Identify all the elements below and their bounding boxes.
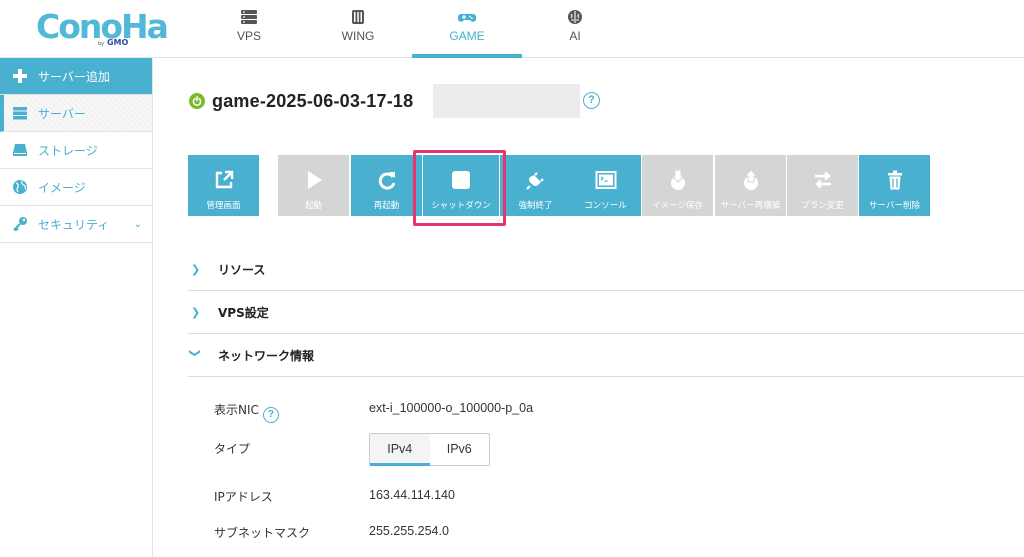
sidebar: サーバー追加 サーバー ストレージ イメージ セキュリティ ⌄ <box>0 58 153 557</box>
nav-tab-game[interactable]: GAME <box>412 0 522 58</box>
network-row-ip: IPアドレス 163.44.114.140 <box>214 478 1024 514</box>
button-label: イメージ保存 <box>652 201 703 211</box>
ai-brain-icon <box>568 10 582 24</box>
redacted-name-area <box>433 84 580 118</box>
main-content: game-2025-06-03-17-18 ? 管理画面 起動 再起動 シャット… <box>153 58 1024 557</box>
restart-button[interactable]: 再起動 <box>351 155 422 216</box>
sidebar-item-label: サーバー追加 <box>38 69 110 84</box>
sidebar-item-label: イメージ <box>38 180 86 195</box>
nav-tab-label: GAME <box>449 29 485 43</box>
key-icon <box>12 216 28 232</box>
nav-tab-vps[interactable]: VPS <box>194 0 304 58</box>
nav-tab-wing[interactable]: WING <box>303 0 413 58</box>
server-name: game-2025-06-03-17-18 <box>212 90 414 111</box>
button-label: プラン変更 <box>801 201 844 211</box>
force-stop-button[interactable]: 強制終了 <box>500 155 571 216</box>
trash-icon <box>883 168 907 192</box>
button-label: 強制終了 <box>518 201 553 211</box>
rebuild-server-button[interactable]: サーバー再構築 <box>715 155 786 216</box>
external-link-icon <box>212 168 236 192</box>
subnet-label: サブネットマスク <box>214 526 311 540</box>
plug-icon <box>524 168 548 192</box>
play-icon <box>302 168 326 192</box>
type-label: タイプ <box>214 442 251 456</box>
start-button[interactable]: 起動 <box>278 155 349 216</box>
restart-icon <box>375 168 399 192</box>
ip-type-toggle: IPv4 IPv6 <box>369 433 490 466</box>
network-row-nic: 表示NIC? ext-i_100000-o_100000-p_0a <box>214 391 1024 427</box>
network-row-type: タイプ IPv4 IPv6 <box>214 433 1024 469</box>
help-icon[interactable]: ? <box>583 92 600 109</box>
chevron-right-icon: ❯ <box>191 305 201 319</box>
button-label: 起動 <box>304 201 322 211</box>
subnet-value: 255.255.254.0 <box>369 524 449 538</box>
button-label: 再起動 <box>373 201 400 211</box>
plus-icon <box>12 68 28 84</box>
help-icon[interactable]: ? <box>262 407 279 423</box>
nic-value: ext-i_100000-o_100000-p_0a <box>369 401 534 415</box>
ipv4-option[interactable]: IPv4 <box>370 434 430 466</box>
nav-tab-label: AI <box>569 29 581 43</box>
gamepad-icon <box>458 14 476 22</box>
server-header: game-2025-06-03-17-18 <box>189 88 413 114</box>
section-resources[interactable]: ❯ リソース <box>188 248 1024 291</box>
top-navigation-bar: ConoHa by GMO VPS WING GAME AI <box>0 0 1024 58</box>
storage-icon <box>12 142 28 158</box>
sidebar-item-label: ストレージ <box>38 143 98 158</box>
section-title: リソース <box>218 262 266 277</box>
shutdown-highlight-box <box>413 150 506 226</box>
chevron-down-icon: ⌄ <box>133 219 142 230</box>
ipv6-option[interactable]: IPv6 <box>430 434 490 465</box>
save-image-button[interactable]: イメージ保存 <box>642 155 713 216</box>
globe-icon <box>12 179 28 195</box>
image-save-icon <box>666 168 690 192</box>
nic-label: 表示NIC? <box>214 401 279 423</box>
console-button[interactable]: コンソール <box>570 155 641 216</box>
console-icon <box>594 168 618 192</box>
section-network-info[interactable]: ❯ ネットワーク情報 <box>188 334 1024 377</box>
conoha-logo[interactable]: ConoHa by GMO <box>36 8 169 50</box>
sidebar-item-server[interactable]: サーバー <box>0 95 152 132</box>
sidebar-item-image[interactable]: イメージ <box>0 169 152 206</box>
ip-value: 163.44.114.140 <box>369 488 455 502</box>
swap-icon <box>811 168 835 192</box>
rebuild-icon <box>739 168 763 192</box>
button-label: コンソール <box>584 201 627 211</box>
ip-label: IPアドレス <box>214 490 273 504</box>
nav-tab-ai[interactable]: AI <box>520 0 630 58</box>
section-title: ネットワーク情報 <box>218 348 315 363</box>
button-label: 管理画面 <box>206 201 241 211</box>
wing-icon <box>352 10 364 24</box>
nav-tab-label: VPS <box>236 29 261 43</box>
delete-server-button[interactable]: サーバー削除 <box>859 155 930 216</box>
network-row-subnet: サブネットマスク 255.255.254.0 <box>214 514 1024 550</box>
power-status-icon <box>189 93 205 109</box>
button-label: サーバー削除 <box>869 201 920 211</box>
server-icon <box>12 105 28 121</box>
nav-tab-label: WING <box>341 29 375 43</box>
logo-gmo: by GMO <box>98 38 129 47</box>
change-plan-button[interactable]: プラン変更 <box>787 155 858 216</box>
section-title: VPS設定 <box>218 305 269 320</box>
sidebar-item-add-server[interactable]: サーバー追加 <box>0 58 152 95</box>
sidebar-item-label: セキュリティ <box>38 217 110 232</box>
chevron-down-icon: ❯ <box>188 348 202 358</box>
sidebar-item-label: サーバー <box>38 106 86 121</box>
server-icon <box>241 10 257 24</box>
button-label: サーバー再構築 <box>720 201 781 211</box>
section-vps-settings[interactable]: ❯ VPS設定 <box>188 291 1024 334</box>
admin-panel-button[interactable]: 管理画面 <box>188 155 259 216</box>
sidebar-item-storage[interactable]: ストレージ <box>0 132 152 169</box>
sidebar-item-security[interactable]: セキュリティ ⌄ <box>0 206 152 243</box>
chevron-right-icon: ❯ <box>191 262 201 276</box>
